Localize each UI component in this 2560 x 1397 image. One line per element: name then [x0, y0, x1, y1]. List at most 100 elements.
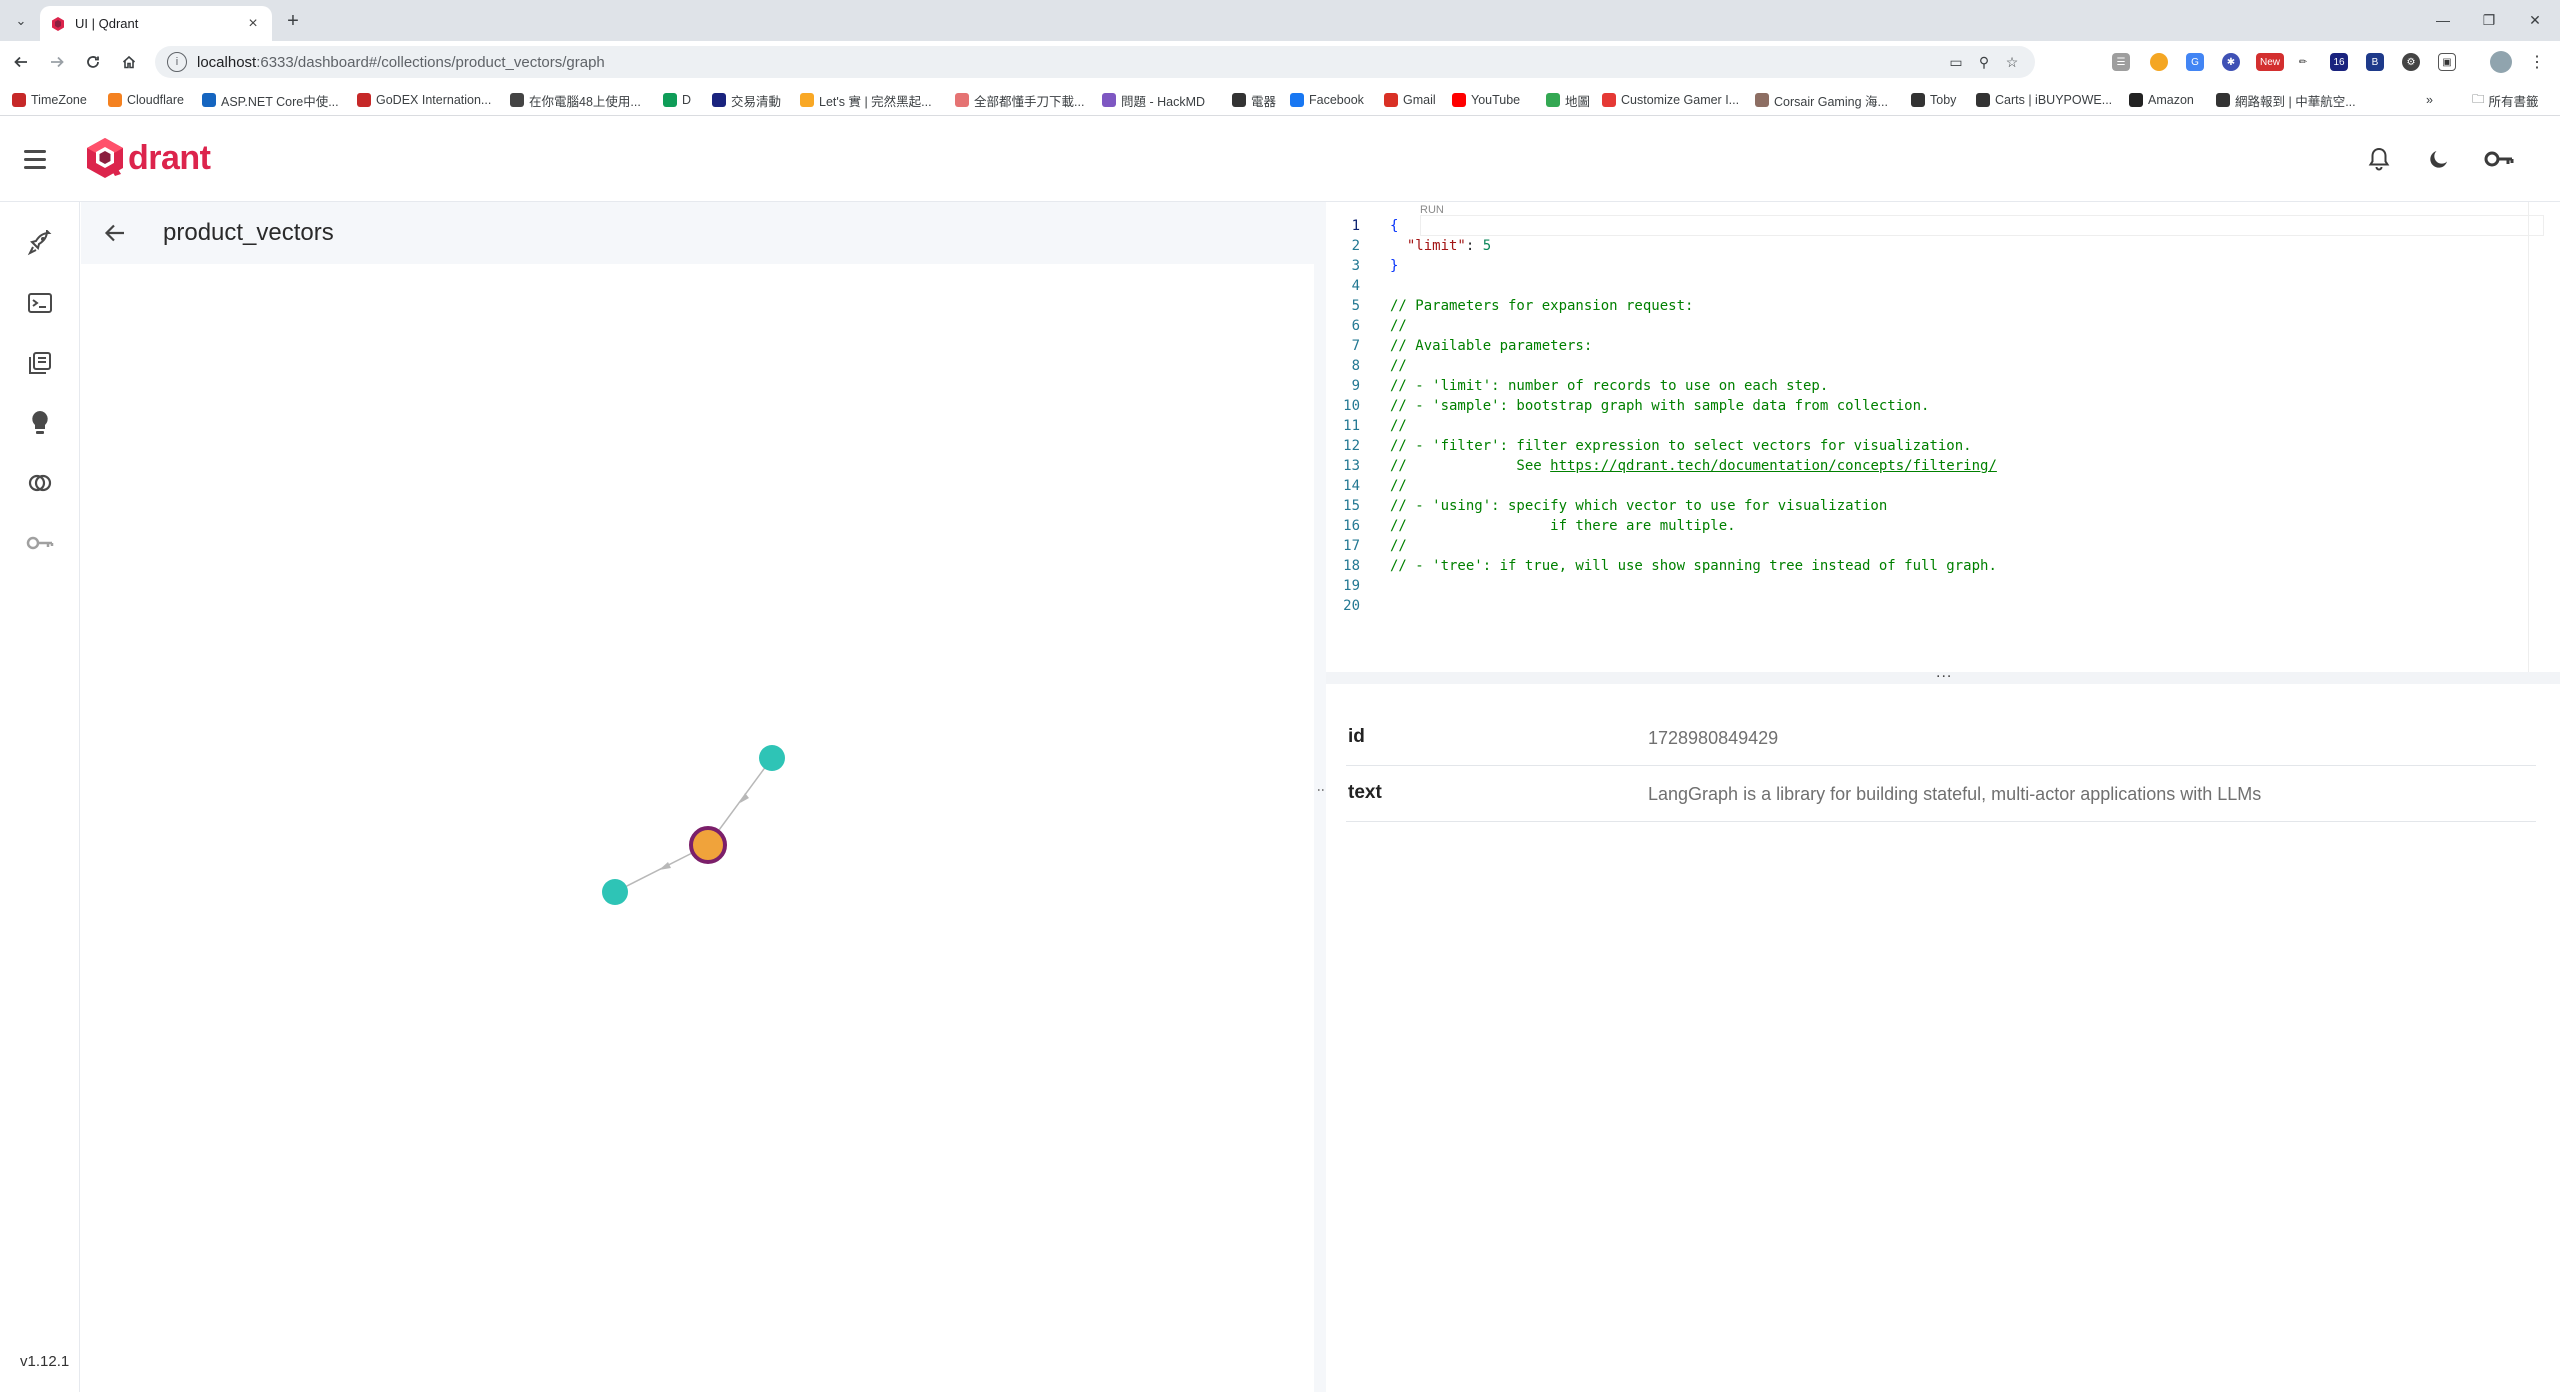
graph-node-neighbor[interactable] — [759, 745, 785, 771]
bookmark-item[interactable]: ASP.NET Core中使... — [202, 91, 339, 109]
line-number: 8 — [1351, 358, 1360, 374]
code-line: 7 // Available parameters: — [1326, 336, 1593, 356]
dark-mode-moon-icon[interactable] — [2424, 144, 2454, 174]
bookmark-item[interactable]: 問題 - HackMD — [1102, 91, 1205, 109]
extension-cookie-icon[interactable] — [2150, 53, 2168, 71]
bookmark-item[interactable]: 在你電腦48上使用... — [510, 91, 641, 109]
back-arrow-icon[interactable] — [99, 217, 131, 249]
minimize-window-icon[interactable]: — — [2420, 4, 2466, 36]
url-host: localhost — [197, 53, 257, 71]
graph-node-selected[interactable] — [689, 826, 727, 864]
bookmark-favicon-icon — [510, 93, 524, 107]
site-info-icon[interactable]: i — [167, 52, 187, 72]
collections-library-icon[interactable] — [25, 348, 55, 378]
datasets-icon[interactable] — [25, 468, 55, 498]
tab-search-chevron-icon[interactable]: ⌄ — [8, 8, 34, 34]
address-bar[interactable]: i localhost:6333/dashboard#/collections/… — [155, 46, 2035, 78]
extension-pen-icon[interactable]: ✏ — [2294, 53, 2312, 71]
code-line: 17 // — [1326, 536, 1407, 556]
code-comment: // - 'tree': if true, will use show span… — [1390, 558, 1997, 574]
bookmark-item[interactable]: Customize Gamer I... — [1602, 91, 1739, 109]
extensions-puzzle-icon[interactable]: ▣ — [2438, 53, 2456, 71]
bookmark-item[interactable]: Corsair Gaming 海... — [1755, 91, 1888, 109]
extension-b-icon[interactable]: B — [2366, 53, 2384, 71]
close-tab-icon[interactable]: × — [244, 15, 262, 33]
bookmark-item[interactable]: Cloudflare — [108, 91, 184, 109]
bookmark-item[interactable]: 電器 — [1232, 91, 1276, 109]
profile-avatar[interactable] — [2490, 51, 2512, 73]
browser-toolbar: i localhost:6333/dashboard#/collections/… — [0, 41, 2560, 83]
restore-window-icon[interactable]: ❐ — [2466, 4, 2512, 36]
extension-translate-icon[interactable]: G — [2186, 53, 2204, 71]
bookmark-favicon-icon — [1546, 93, 1560, 107]
bookmark-item[interactable]: 網路報到 | 中華航空... — [2216, 91, 2356, 109]
graph-edge-arrow — [659, 862, 671, 870]
bookmark-item[interactable]: Facebook — [1290, 91, 1364, 109]
bookmark-label: Amazon — [2148, 93, 2194, 107]
code-line: 1{ — [1326, 216, 1399, 236]
bookmark-item[interactable]: D — [663, 91, 691, 109]
vector-graph-svg[interactable] — [81, 264, 1314, 1392]
code-comment: // - 'sample': bootstrap graph with samp… — [1390, 398, 1930, 414]
line-number: 11 — [1343, 418, 1360, 434]
console-terminal-icon[interactable] — [25, 288, 55, 318]
bookmark-item[interactable]: 全部都懂手刀下載... — [955, 91, 1084, 109]
editor-scrollbar[interactable] — [2528, 202, 2544, 672]
api-key-icon[interactable] — [2484, 144, 2514, 174]
bookmark-label: Let's 實 | 完然黑起... — [819, 94, 932, 109]
bookmark-label: Gmail — [1403, 93, 1436, 107]
code-line: 6 // — [1326, 316, 1407, 336]
hamburger-menu-icon[interactable] — [24, 144, 54, 174]
bookmark-label: 在你電腦48上使用... — [529, 94, 641, 109]
line-number: 10 — [1343, 398, 1360, 414]
request-code-editor[interactable]: RUN 1{2 "limit": 5 3} 4 5// Parameters for … — [1326, 202, 2544, 672]
notifications-bell-icon[interactable] — [2364, 144, 2394, 174]
home-icon[interactable] — [116, 49, 142, 75]
zoom-icon[interactable]: ⚲ — [1973, 51, 1995, 73]
install-app-icon[interactable]: ▭ — [1945, 51, 1967, 73]
bookmark-star-icon[interactable]: ☆ — [2001, 51, 2023, 73]
all-bookmarks-folder[interactable]: 🗀 所有書籤 — [2472, 91, 2539, 109]
tutorial-lightbulb-icon[interactable] — [25, 408, 55, 438]
bookmark-item[interactable]: GoDEX Internation... — [357, 91, 491, 109]
welcome-rocket-icon[interactable] — [25, 228, 55, 258]
code-line: 11 // — [1326, 416, 1407, 436]
vertical-resize-handle[interactable]: ⋮ — [1314, 202, 1330, 1392]
bookmark-item[interactable]: Toby — [1911, 91, 1956, 109]
extension-list-icon[interactable]: ☰ — [2112, 53, 2130, 71]
extension-gear-icon[interactable]: ✱ — [2222, 53, 2240, 71]
extension-counter-icon[interactable]: 16 — [2330, 53, 2348, 71]
bookmark-item[interactable]: 地圖 — [1546, 91, 1590, 109]
code-comment: // Parameters for expansion request: — [1390, 298, 1694, 314]
extension-new-icon[interactable]: New — [2256, 53, 2284, 71]
bookmark-favicon-icon — [800, 93, 814, 107]
bookmark-favicon-icon — [1452, 93, 1466, 107]
code-link[interactable]: https://qdrant.tech/documentation/concep… — [1550, 458, 1997, 474]
bookmark-item[interactable]: 交易清動 — [712, 91, 781, 109]
bookmark-label: YouTube — [1471, 93, 1521, 107]
new-tab-plus-icon[interactable]: + — [280, 8, 306, 34]
forward-arrow-icon[interactable] — [44, 49, 70, 75]
horizontal-resize-handle[interactable]: ... — [1326, 664, 2560, 684]
access-key-icon[interactable] — [25, 528, 55, 558]
browser-tab-active[interactable]: UI | Qdrant × — [40, 6, 272, 41]
qdrant-logo[interactable]: drant — [84, 136, 211, 180]
bookmark-item[interactable]: Gmail — [1384, 91, 1436, 109]
back-arrow-icon[interactable] — [8, 49, 34, 75]
code-line: 3} — [1326, 256, 1399, 276]
vector-graph-canvas[interactable] — [81, 264, 1314, 1392]
bookmark-label: Cloudflare — [127, 93, 184, 107]
bookmark-item[interactable]: Carts | iBUYPOWE... — [1976, 91, 2112, 109]
reload-icon[interactable] — [80, 49, 106, 75]
code-comment: // - 'filter': filter expression to sele… — [1390, 438, 1972, 454]
bookmark-item[interactable]: TimeZone — [12, 91, 87, 109]
browser-menu-dots-icon[interactable]: ⋮ — [2528, 53, 2546, 71]
graph-node-neighbor[interactable] — [602, 879, 628, 905]
bookmark-item[interactable]: Amazon — [2129, 91, 2194, 109]
bookmarks-overflow-icon[interactable]: » — [2426, 91, 2433, 109]
extension-settings-icon[interactable]: ⚙ — [2402, 53, 2420, 71]
bookmark-item[interactable]: YouTube — [1452, 91, 1520, 109]
close-window-icon[interactable]: ✕ — [2512, 4, 2558, 36]
bookmark-item[interactable]: Let's 實 | 完然黑起... — [800, 91, 932, 109]
app-version: v1.12.1 — [20, 1353, 70, 1370]
